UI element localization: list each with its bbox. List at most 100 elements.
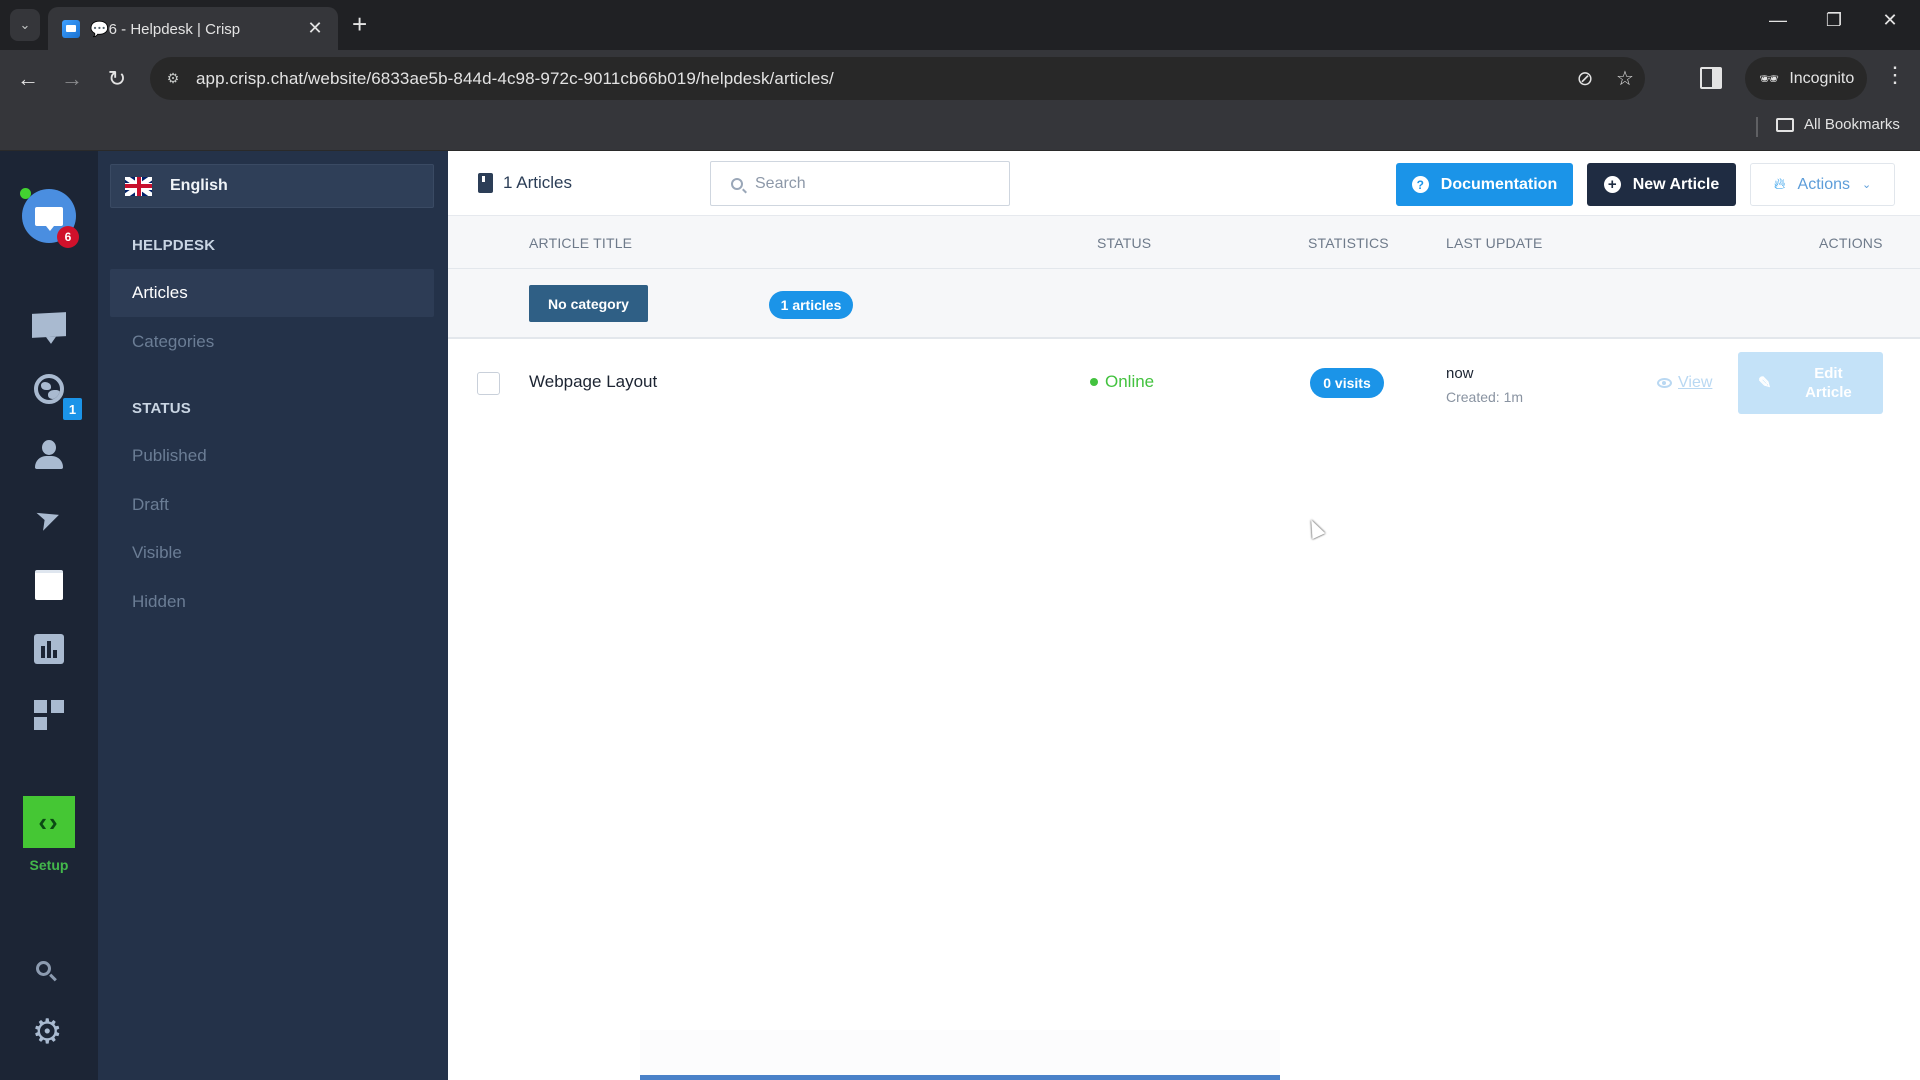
rail-inbox-button[interactable] (25, 301, 73, 349)
articles-count: 1 Articles (478, 173, 572, 193)
column-last-update: LAST UPDATE (1446, 235, 1543, 251)
tab-search-button[interactable]: ⌄ (10, 9, 40, 41)
view-label: View (1678, 374, 1713, 391)
back-button[interactable]: ← (12, 63, 44, 95)
language-label: English (170, 177, 228, 194)
restore-window-button[interactable]: ❐ (1814, 10, 1854, 31)
book-icon (35, 570, 63, 600)
close-tab-icon[interactable]: ✕ (302, 18, 328, 39)
sidebar-item-label: Hidden (132, 592, 186, 611)
browser-menu-icon[interactable]: ⋮ (1880, 62, 1910, 88)
new-tab-button[interactable]: + (352, 11, 367, 37)
plus-circle-icon: + (1603, 176, 1621, 193)
bottom-overlay (640, 1030, 1280, 1075)
paper-plane-icon: ➤ (31, 498, 67, 539)
sidebar-item-categories[interactable]: Categories (110, 318, 434, 366)
category-button[interactable]: No category (529, 285, 648, 322)
browser-tab-bar: ⌄ 💬6 - Helpdesk | Crisp ✕ + — ❐ ✕ (0, 0, 1920, 50)
url-text[interactable]: app.crisp.chat/website/6833ae5b-844d-4c9… (196, 69, 1565, 89)
visits-badge: 0 visits (1310, 368, 1384, 398)
rail-search-button[interactable] (34, 959, 58, 983)
table-row[interactable]: Webpage Layout Online 0 visits now Creat… (448, 339, 1920, 425)
documentation-button[interactable]: ? Documentation (1396, 163, 1573, 206)
crisp-favicon-icon (62, 19, 80, 38)
edit-article-button[interactable]: ✎ Edit Article (1738, 352, 1883, 414)
close-window-button[interactable]: ✕ (1870, 10, 1910, 31)
column-article-title: ARTICLE TITLE (529, 235, 633, 251)
reload-button[interactable]: ↻ (101, 63, 133, 95)
conversations-icon (32, 312, 66, 338)
rail-helpdesk-button[interactable] (25, 561, 73, 609)
pencil-icon: ✎ (1758, 375, 1772, 392)
search-input[interactable] (755, 174, 985, 193)
articles-header: 1 Articles ? Documentation + New Article… (448, 151, 1920, 216)
status-label: Online (1105, 372, 1155, 391)
edit-article-label: Edit Article (1805, 365, 1852, 401)
sidebar-item-published[interactable]: Published (110, 432, 434, 480)
search-icon (36, 961, 51, 976)
plugins-grid-icon (33, 699, 65, 731)
row-checkbox[interactable] (477, 372, 500, 395)
folder-icon (1776, 117, 1794, 132)
site-info-icon[interactable]: ⚙ (158, 64, 188, 94)
all-bookmarks-label: All Bookmarks (1804, 116, 1900, 133)
help-circle-icon: ? (1411, 176, 1429, 193)
bookmarks-separator (1756, 117, 1758, 137)
setup-label[interactable]: Setup (0, 857, 98, 873)
rail-plugins-button[interactable] (25, 691, 73, 739)
online-dot-icon (1090, 378, 1098, 386)
tracking-protection-eye-off-icon[interactable]: ⊘ (1565, 66, 1605, 91)
new-article-button[interactable]: + New Article (1587, 163, 1736, 206)
actions-label: Actions (1797, 175, 1850, 193)
category-row: No category 1 articles (448, 269, 1920, 339)
search-box[interactable] (710, 161, 1010, 206)
articles-main: 1 Articles ? Documentation + New Article… (448, 151, 1920, 1080)
bookmark-star-icon[interactable]: ☆ (1605, 66, 1645, 91)
side-panel-icon[interactable] (1700, 67, 1722, 89)
address-bar[interactable]: ⚙ app.crisp.chat/website/6833ae5b-844d-4… (150, 57, 1645, 100)
documentation-label: Documentation (1440, 175, 1558, 193)
minimize-window-button[interactable]: — (1758, 10, 1798, 31)
sidebar-item-articles[interactable]: Articles (110, 269, 434, 317)
sidebar-item-label: Categories (132, 332, 215, 351)
globe-icon (34, 374, 64, 404)
uk-flag-icon (125, 176, 152, 196)
rail-analytics-button[interactable] (25, 625, 73, 673)
sidebar-item-hidden[interactable]: Hidden (110, 578, 434, 626)
bottom-progress-bar (640, 1075, 1280, 1080)
sidebar-item-label: Articles (132, 283, 188, 302)
sidebar-item-draft[interactable]: Draft (110, 481, 434, 529)
flame-icon: 🔥︎ (1773, 175, 1786, 193)
view-article-link[interactable]: View (1657, 374, 1712, 392)
forward-button[interactable]: → (56, 63, 88, 95)
browser-toolbar: ← → ↻ ⚙ app.crisp.chat/website/6833ae5b-… (0, 50, 1920, 107)
analytics-chart-icon (34, 634, 64, 664)
articles-count-label: 1 Articles (503, 173, 572, 192)
incognito-profile-button[interactable]: 🕶 Incognito (1745, 57, 1867, 100)
helpdesk-sidebar: English HELPDESK Articles Categories STA… (98, 151, 448, 1080)
sidebar-item-visible[interactable]: Visible (110, 529, 434, 577)
icon-rail: 6 1 ➤ ‹› Setup ⚙ (0, 151, 98, 1080)
browser-tab-active[interactable]: 💬6 - Helpdesk | Crisp ✕ (48, 7, 338, 50)
eye-icon (1657, 378, 1672, 388)
sidebar-item-label: Published (132, 446, 207, 465)
chat-bubble-icon (35, 206, 63, 231)
setup-button[interactable]: ‹› (23, 796, 75, 848)
bookmarks-bar: All Bookmarks (0, 107, 1920, 151)
visitors-badge: 1 (63, 398, 82, 420)
actions-dropdown[interactable]: 🔥︎ Actions ⌄ (1750, 163, 1895, 206)
rail-campaigns-button[interactable]: ➤ (25, 495, 73, 543)
incognito-icon: 🕶 (1759, 70, 1780, 88)
crisp-app: 6 1 ➤ ‹› Setup ⚙ English HELPDESK Articl… (0, 151, 1920, 1080)
all-bookmarks-button[interactable]: All Bookmarks (1776, 116, 1900, 133)
created-value: Created: 1m (1446, 389, 1524, 405)
sidebar-item-label: Draft (132, 495, 169, 514)
incognito-label: Incognito (1789, 69, 1855, 87)
article-title[interactable]: Webpage Layout (529, 372, 657, 392)
status-badge: Online (1090, 372, 1154, 392)
language-selector[interactable]: English (110, 164, 434, 208)
rail-contacts-button[interactable] (25, 431, 73, 479)
code-brackets-icon: ‹› (38, 806, 60, 837)
chevron-down-icon: ⌄ (1862, 179, 1872, 191)
settings-gear-icon[interactable]: ⚙ (32, 1015, 62, 1049)
